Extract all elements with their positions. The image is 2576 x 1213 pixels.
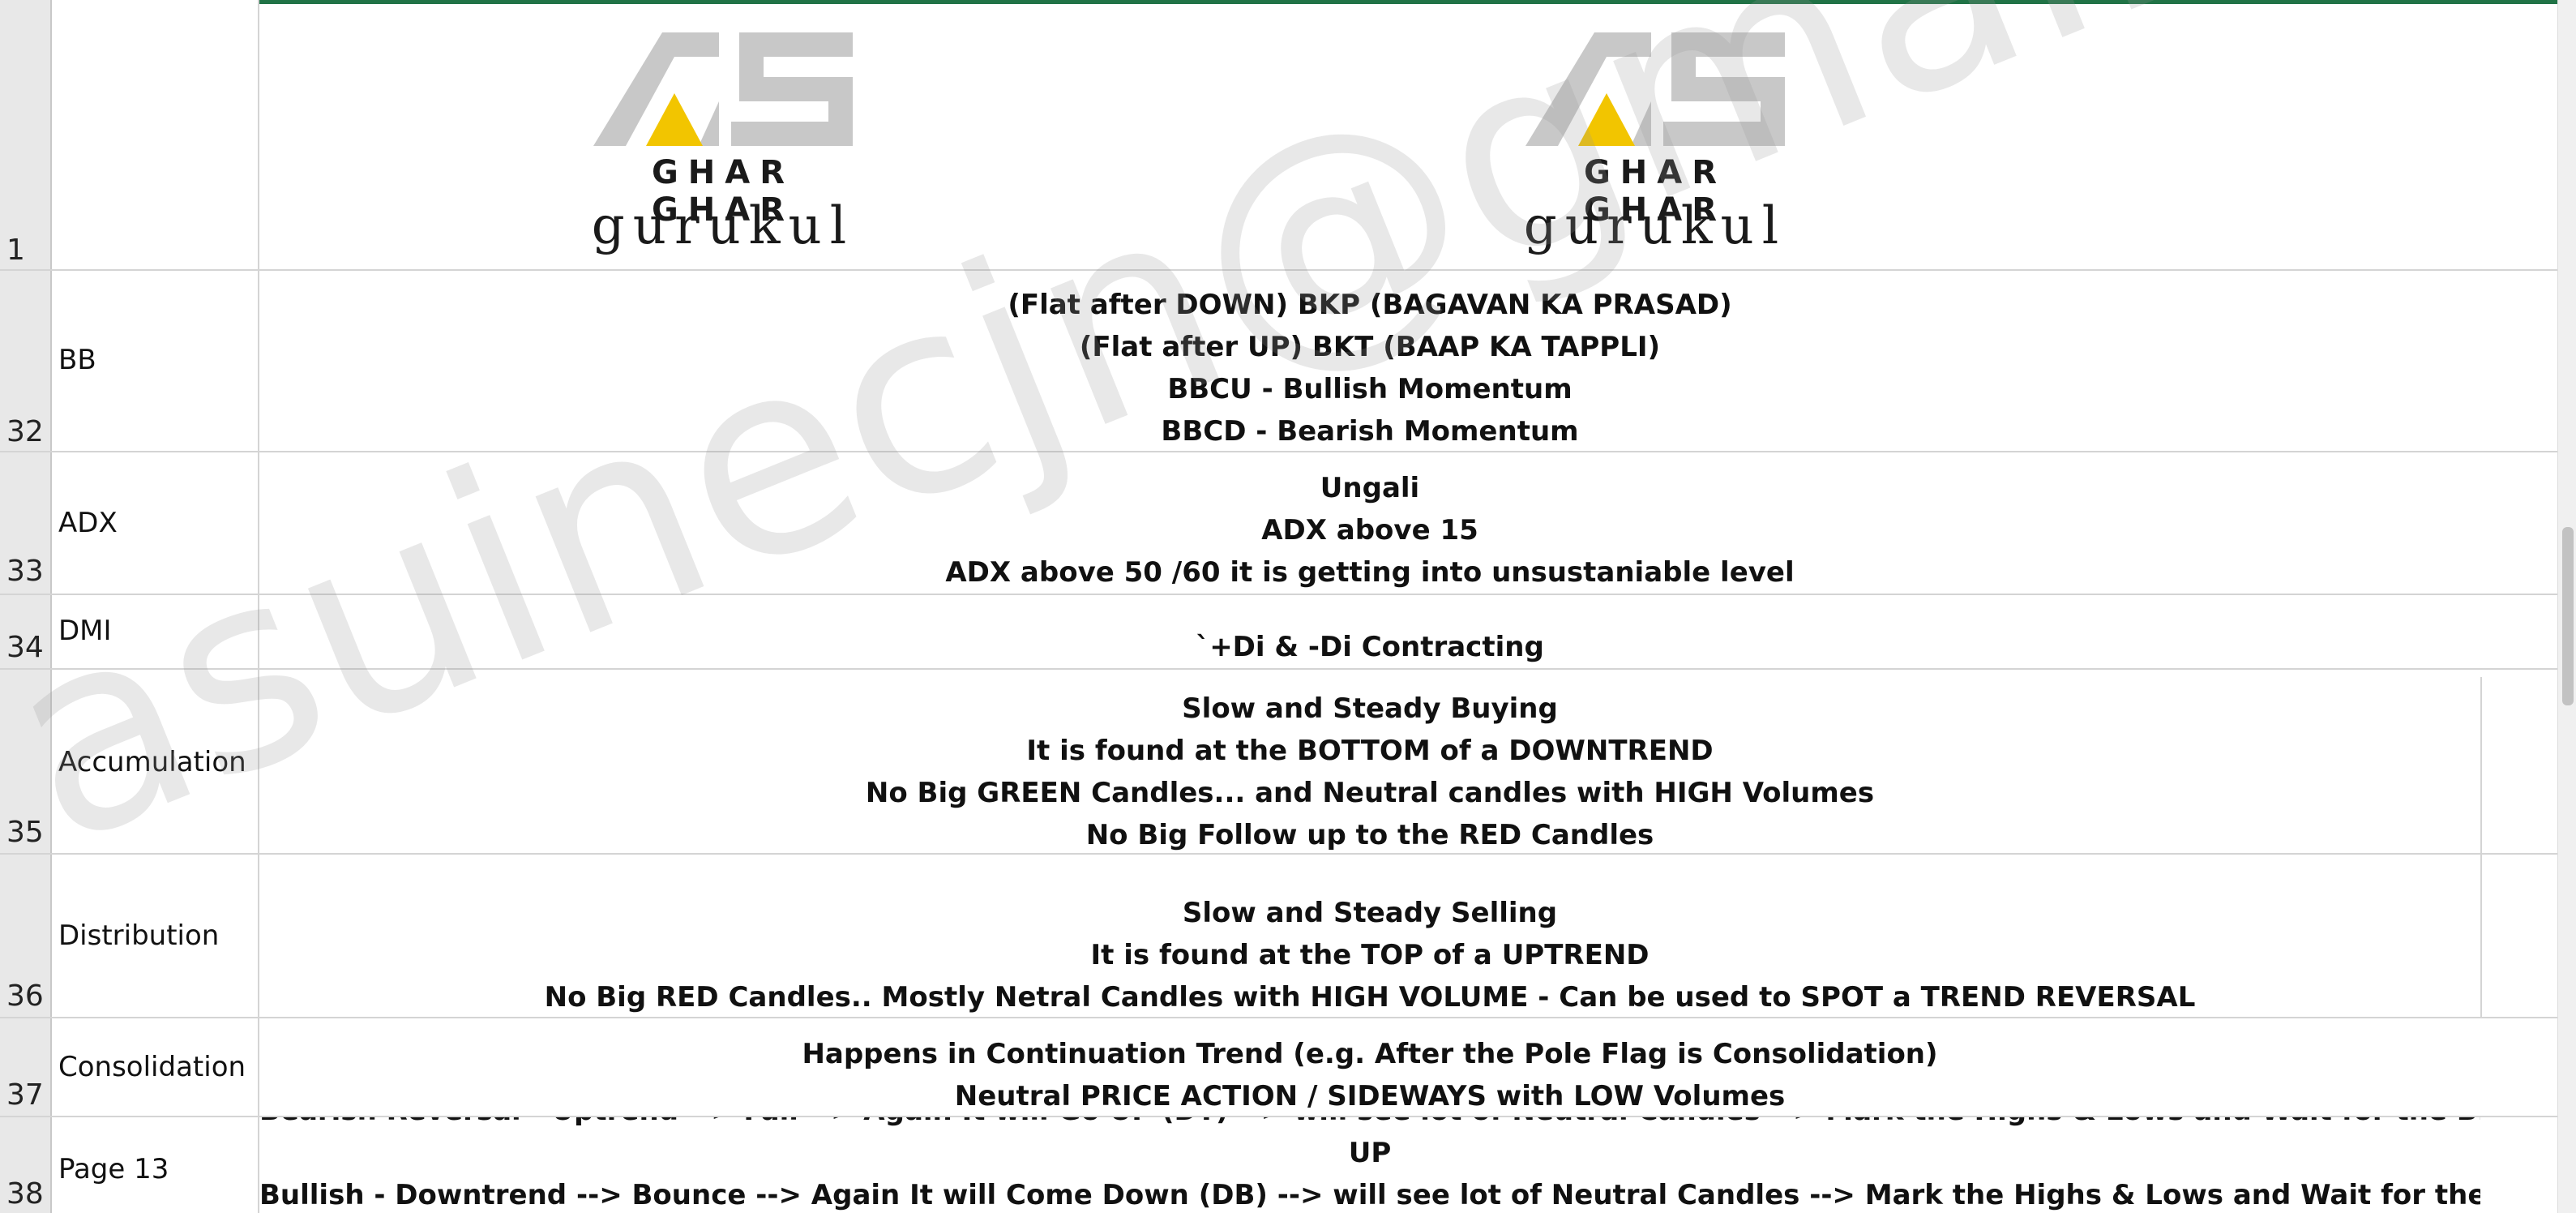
logo-left: GHAR GHAR gurukul <box>577 24 869 268</box>
column-divider <box>2480 677 2482 1018</box>
cell-content-consolidation[interactable]: Happens in Continuation Trend (e.g. Afte… <box>259 1033 2480 1117</box>
row-number-37[interactable]: 37 <box>0 1078 52 1112</box>
cell-line: No Big RED Candles.. Mostly Netral Candl… <box>544 981 2196 1014</box>
cell-line: Slow and Steady Buying <box>1182 692 1558 725</box>
cell-line: It is found at the TOP of a UPTREND <box>1090 939 1650 971</box>
cell-line: `+Di & -Di Contracting <box>1196 631 1544 663</box>
cell-line: Happens in Continuation Trend (e.g. Afte… <box>802 1038 1938 1070</box>
as-logo-icon <box>1525 32 1785 146</box>
row-number-32[interactable]: 32 <box>0 415 52 448</box>
row-number-1[interactable]: 1 <box>0 234 52 267</box>
cell-label-adx[interactable]: ADX <box>58 507 118 539</box>
cell-label-bb[interactable]: BB <box>58 344 96 376</box>
cell-line: (Flat after DOWN) BKP (BAGAVAN KA PRASAD… <box>1008 289 1732 321</box>
cell-line: Slow and Steady Selling <box>1182 897 1558 929</box>
row-divider <box>0 668 2576 670</box>
as-logo-icon <box>593 32 853 146</box>
cell-content-adx[interactable]: Ungali ADX above 15 ADX above 50 /60 it … <box>259 467 2480 594</box>
row-divider <box>0 594 2576 595</box>
cell-content-distribution[interactable]: Slow and Steady Selling It is found at t… <box>259 892 2480 1018</box>
spreadsheet: 1 GHAR GHAR gurukul GHAR GHAR gurukul 32… <box>0 0 2576 1213</box>
cell-line: No Big GREEN Candles... and Neutral cand… <box>865 777 1875 809</box>
cell-label-page13[interactable]: Page 13 <box>58 1153 169 1185</box>
cell-line: BBCD - Bearish Momentum <box>1161 415 1579 448</box>
selection-indicator <box>258 0 2576 4</box>
cell-label-accumulation[interactable]: Accumulation <box>58 746 246 778</box>
cell-line: ADX above 15 <box>1261 514 1478 546</box>
logo-text-gurukul: gurukul <box>1523 196 1787 256</box>
scrollbar-thumb[interactable] <box>2562 527 2574 705</box>
cell-label-dmi[interactable]: DMI <box>58 615 112 647</box>
cell-label-consolidation[interactable]: Consolidation <box>58 1051 246 1083</box>
cell-clip: Bearish Reversal - Uptrend --> Fall --> … <box>259 1117 2480 1213</box>
row-number-33[interactable]: 33 <box>0 555 52 588</box>
cell-line: BBCU - Bullish Momentum <box>1167 373 1573 405</box>
row-number-38[interactable]: 38 <box>0 1177 52 1211</box>
cell-line: UP <box>1348 1137 1392 1169</box>
row-number-35[interactable]: 35 <box>0 816 52 849</box>
cell-line: ADX above 50 /60 it is getting into unsu… <box>945 556 1795 589</box>
logo-text-gurukul: gurukul <box>591 196 855 256</box>
cell-content-page13[interactable]: Bearish Reversal - Uptrend --> Fall --> … <box>259 1117 2480 1213</box>
column-divider <box>258 0 259 1213</box>
row-number-34[interactable]: 34 <box>0 631 52 664</box>
logo-right: GHAR GHAR gurukul <box>1509 24 1801 268</box>
row-header-column <box>0 0 52 1213</box>
cell-line: (Flat after UP) BKT (BAAP KA TAPPLI) <box>1079 331 1661 363</box>
cell-content-bb[interactable]: (Flat after DOWN) BKP (BAGAVAN KA PRASAD… <box>259 284 2480 452</box>
cell-line: It is found at the BOTTOM of a DOWNTREND <box>1026 735 1714 767</box>
cell-line: Bullish - Downtrend --> Bounce --> Again… <box>259 1179 2480 1211</box>
cell-line: Bearish Reversal - Uptrend --> Fall --> … <box>259 1117 2480 1132</box>
cell-line: No Big Follow up to the RED Candles <box>1085 819 1654 851</box>
cell-content-dmi[interactable]: `+Di & -Di Contracting <box>259 626 2480 668</box>
cell-label-distribution[interactable]: Distribution <box>58 919 219 952</box>
row-number-36[interactable]: 36 <box>0 979 52 1013</box>
cell-content-accumulation[interactable]: Slow and Steady Buying It is found at th… <box>259 688 2480 856</box>
cell-line: Ungali <box>1320 472 1420 504</box>
vertical-scrollbar[interactable] <box>2557 0 2576 1213</box>
row-divider <box>0 269 2576 271</box>
cell-line: Neutral PRICE ACTION / SIDEWAYS with LOW… <box>954 1080 1786 1112</box>
